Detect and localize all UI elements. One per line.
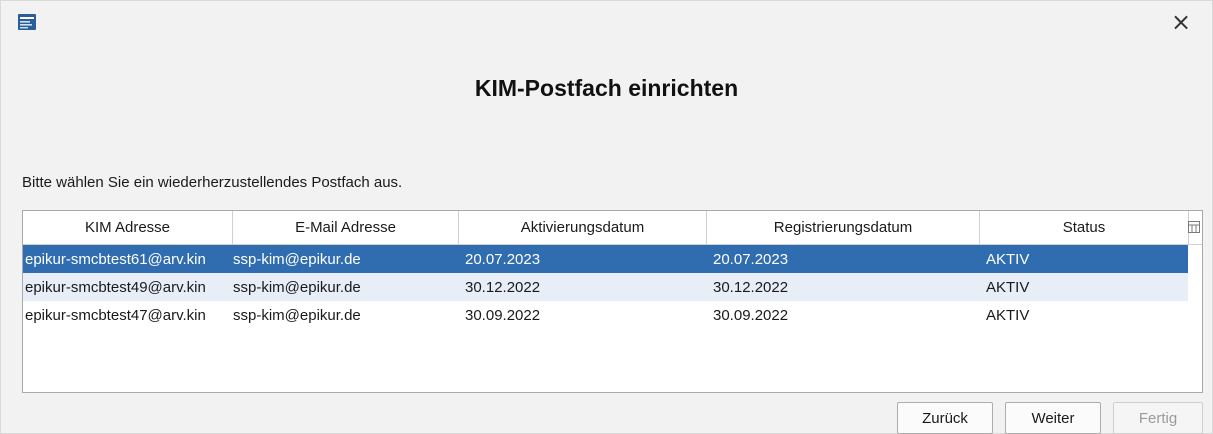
cell-status: AKTIV <box>986 250 1030 268</box>
cell-kim-adresse: epikur-smcbtest61@arv.kin <box>25 250 206 268</box>
cell-kim-adresse: epikur-smcbtest47@arv.kin <box>25 306 206 324</box>
back-button[interactable]: Zurück <box>897 402 993 434</box>
cell-kim-adresse: epikur-smcbtest49@arv.kin <box>25 278 206 296</box>
cell-email-adresse: ssp-kim@epikur.de <box>233 250 361 268</box>
cell-status: AKTIV <box>986 278 1030 296</box>
table-row[interactable]: epikur-smcbtest49@arv.kin ssp-kim@epikur… <box>23 273 1202 301</box>
table-row[interactable]: epikur-smcbtest61@arv.kin ssp-kim@epikur… <box>23 245 1202 273</box>
instruction-text: Bitte wählen Sie ein wiederherzustellend… <box>22 174 403 191</box>
dialog-window: × KIM-Postfach einrichten Bitte wählen S… <box>0 0 1213 434</box>
finish-button: Fertig <box>1113 402 1203 434</box>
cell-status: AKTIV <box>986 306 1030 324</box>
cell-aktivierungsdatum: 30.09.2022 <box>465 306 541 324</box>
app-icon <box>18 14 36 30</box>
cell-aktivierungsdatum: 30.12.2022 <box>465 278 541 296</box>
column-header-aktivierungsdatum[interactable]: Aktivierungsdatum <box>459 211 707 244</box>
table-row[interactable]: epikur-smcbtest47@arv.kin ssp-kim@epikur… <box>23 301 1202 329</box>
column-config-icon[interactable] <box>1188 221 1200 233</box>
cell-registrierungsdatum: 30.12.2022 <box>713 278 789 296</box>
column-header-email-adresse[interactable]: E-Mail Adresse <box>233 211 459 244</box>
cell-registrierungsdatum: 30.09.2022 <box>713 306 789 324</box>
vertical-scrollbar[interactable] <box>1188 245 1202 392</box>
cell-aktivierungsdatum: 20.07.2023 <box>465 250 541 268</box>
mailbox-table: KIM Adresse E-Mail Adresse Aktivierungsd… <box>22 210 1203 393</box>
table-header: KIM Adresse E-Mail Adresse Aktivierungsd… <box>23 211 1202 245</box>
cell-email-adresse: ssp-kim@epikur.de <box>233 278 361 296</box>
column-header-status[interactable]: Status <box>980 211 1189 244</box>
cell-email-adresse: ssp-kim@epikur.de <box>233 306 361 324</box>
cell-registrierungsdatum: 20.07.2023 <box>713 250 789 268</box>
dialog-title: KIM-Postfach einrichten <box>474 75 739 101</box>
column-header-registrierungsdatum[interactable]: Registrierungsdatum <box>707 211 980 244</box>
next-button[interactable]: Weiter <box>1005 402 1101 434</box>
column-header-kim-adresse[interactable]: KIM Adresse <box>23 211 233 244</box>
close-icon: × <box>1170 8 1192 36</box>
table-body: epikur-smcbtest61@arv.kin ssp-kim@epikur… <box>23 245 1202 329</box>
close-button[interactable]: × <box>1164 7 1198 37</box>
